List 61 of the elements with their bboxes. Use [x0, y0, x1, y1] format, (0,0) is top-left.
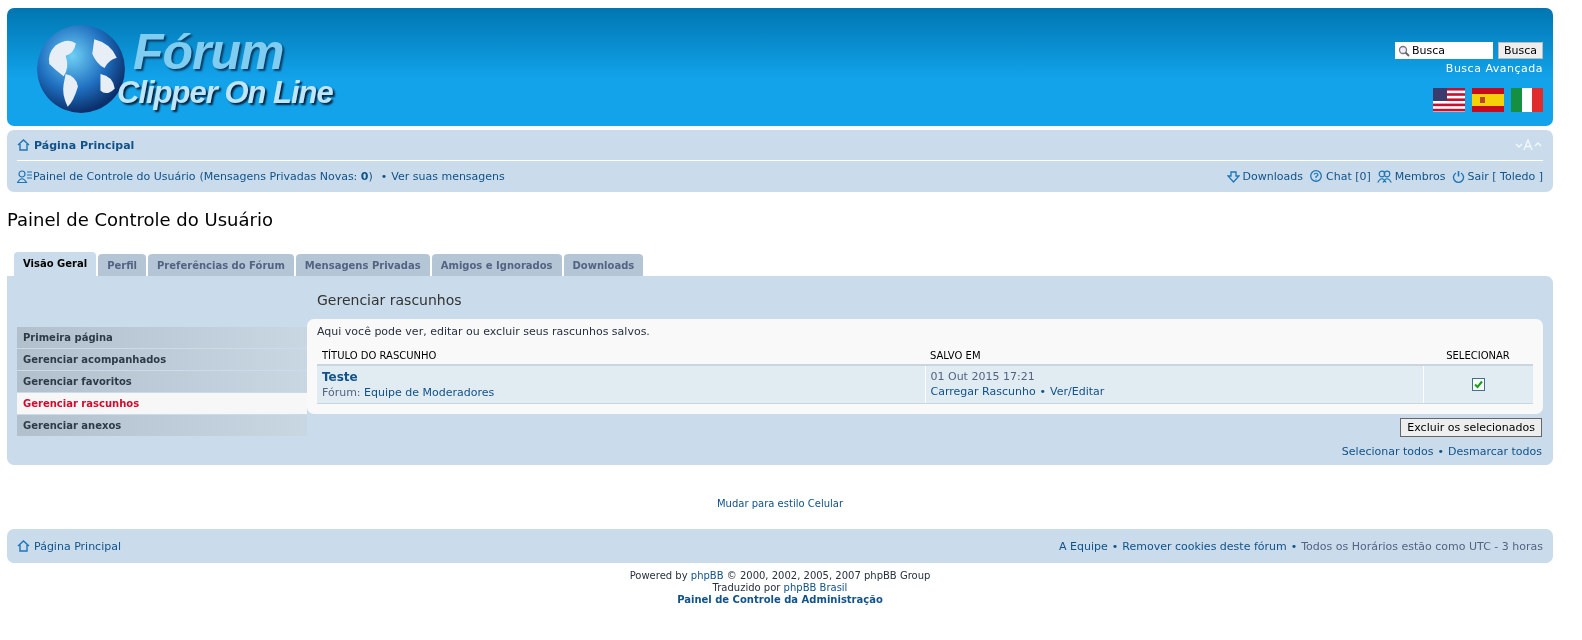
- sidebar-item[interactable]: Gerenciar acompanhados: [17, 349, 307, 370]
- saved-date: 01 Out 2015 17:21: [930, 370, 1036, 383]
- credit-text: Powered by: [629, 570, 689, 581]
- tab[interactable]: Preferências do Fórum: [148, 254, 294, 276]
- admin-panel-link[interactable]: Painel de Controle da Administração: [677, 594, 883, 605]
- navbar-link[interactable]: Sair [ Toledo ]: [1451, 170, 1543, 183]
- separator-dot: •: [1437, 445, 1444, 458]
- search-button[interactable]: Busca: [1497, 42, 1543, 59]
- home-icon: [17, 540, 30, 552]
- sidebar-item[interactable]: Gerenciar rascunhos: [17, 393, 307, 414]
- page-title: Painel de Controle do Usuário: [7, 209, 274, 230]
- checkbox[interactable]: [1471, 377, 1485, 391]
- separator-dot: •: [1290, 539, 1298, 553]
- chat-icon: [1309, 170, 1323, 183]
- footer-link[interactable]: Remover cookies deste fórum: [1122, 539, 1287, 553]
- credit-link[interactable]: phpBB Brasil: [783, 582, 848, 593]
- search-field[interactable]: Busca: [1394, 42, 1493, 59]
- home-link[interactable]: Página Principal: [17, 539, 121, 553]
- separator-dot: •: [380, 170, 388, 183]
- forum-link[interactable]: Equipe de Moderadores: [364, 386, 495, 399]
- logo-subtitle: Clipper On Line: [117, 76, 333, 108]
- ucp-link[interactable]: Painel de Controle do Usuário: [33, 170, 196, 183]
- navbar-link[interactable]: Chat [0]: [1309, 170, 1371, 183]
- tab[interactable]: Downloads: [563, 254, 644, 276]
- select-link[interactable]: Desmarcar todos: [1448, 445, 1542, 458]
- delete-selected-button[interactable]: Excluir os selecionados: [1400, 418, 1542, 437]
- sidebar-item[interactable]: Primeira página: [17, 327, 307, 348]
- separator-dot: •: [1111, 539, 1119, 553]
- navbar-link[interactable]: Membros: [1376, 170, 1446, 183]
- select-link[interactable]: Selecionar todos: [1341, 445, 1434, 458]
- flag-icon[interactable]: [1433, 88, 1465, 112]
- members-icon: [1376, 170, 1392, 183]
- action-link[interactable]: Ver/Editar: [1050, 385, 1105, 398]
- tab[interactable]: Perfil: [98, 254, 147, 276]
- navbar-link[interactable]: Downloads: [1226, 170, 1303, 183]
- view-messages-link[interactable]: Ver suas mensagens: [391, 170, 505, 183]
- timezone-text: Todos os Horários estão como UTC - 3 horas: [1301, 539, 1543, 553]
- home-link[interactable]: Página Principal: [17, 138, 135, 152]
- separator-dot: •: [1039, 385, 1047, 398]
- download-icon: [1226, 170, 1240, 183]
- style-switch-link[interactable]: Mudar para estilo Celular: [717, 498, 843, 509]
- logo-title: Fórum: [133, 26, 285, 77]
- user-icon: [17, 170, 33, 183]
- pm-status: (Mensagens Privadas Novas: 0): [199, 170, 373, 183]
- sidebar-item[interactable]: Gerenciar favoritos: [17, 371, 307, 392]
- forum-label: Fórum:: [322, 386, 361, 399]
- sidebar-item[interactable]: Gerenciar anexos: [17, 415, 307, 436]
- flag-icon[interactable]: [1511, 88, 1543, 112]
- action-link[interactable]: Carregar Rascunho: [930, 385, 1036, 398]
- credit-link[interactable]: phpBB: [690, 570, 724, 581]
- tab[interactable]: Mensagens Privadas: [295, 254, 430, 276]
- tab[interactable]: Amigos e Ignorados: [431, 254, 562, 276]
- draft-title-link[interactable]: Teste: [322, 370, 358, 384]
- section-title: Gerenciar rascunhos: [317, 292, 463, 308]
- power-icon: [1451, 170, 1465, 183]
- footer-link[interactable]: A Equipe: [1059, 539, 1108, 553]
- description-text: Aqui você pode ver, editar ou excluir seus rascunhos salvos.: [317, 325, 651, 338]
- credit-text: © 2000, 2002, 2005, 2007 phpBB Group: [725, 570, 931, 581]
- tab[interactable]: Visão Geral: [14, 252, 97, 276]
- home-icon: [17, 139, 30, 151]
- credit-text: Traduzido por: [712, 582, 782, 593]
